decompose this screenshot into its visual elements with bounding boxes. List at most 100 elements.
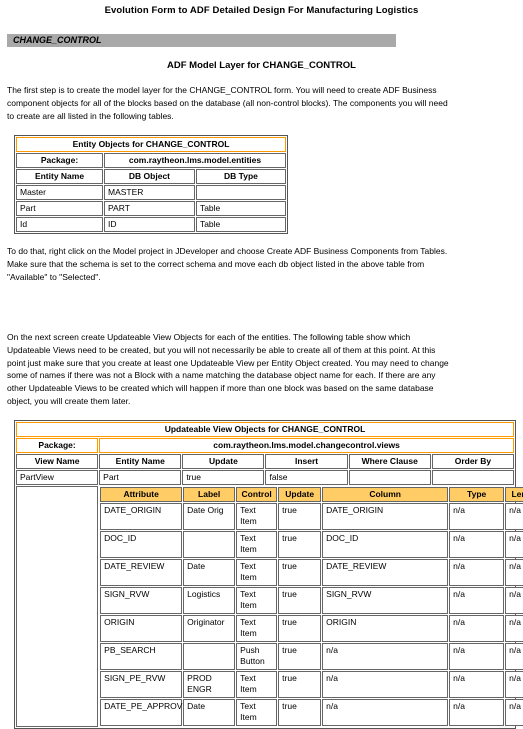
table-row: Master MASTER bbox=[16, 184, 286, 200]
paragraph-create-business-components: To do that, right click on the Model pro… bbox=[7, 245, 448, 282]
cell-db-object: MASTER bbox=[104, 184, 195, 200]
view-table-title: Updateable View Objects for CHANGE_CONTR… bbox=[16, 422, 514, 438]
cell-update: true bbox=[278, 559, 322, 587]
cell-db-object: PART bbox=[104, 200, 195, 216]
cell-control: Push Button bbox=[236, 643, 278, 671]
cell-type: n/a bbox=[449, 503, 505, 531]
cell-length: n/a bbox=[505, 559, 523, 587]
cell-control: Text Item bbox=[236, 503, 278, 531]
cell-column: DATE_ORIGIN bbox=[322, 503, 449, 531]
column-header-order-by: Order By bbox=[431, 454, 514, 470]
column-header-column: Column bbox=[322, 487, 449, 503]
cell-control: Text Item bbox=[236, 671, 278, 699]
cell-column: n/a bbox=[322, 671, 449, 699]
table-row: Updateable View Objects for CHANGE_CONTR… bbox=[16, 422, 514, 438]
table-row: PB_SEARCH Push Button true n/a n/a n/a n… bbox=[100, 643, 523, 671]
entity-objects-table: Entity Objects for CHANGE_CONTROL Packag… bbox=[14, 134, 288, 234]
cell-type: n/a bbox=[449, 559, 505, 587]
table-row: SIGN_RVW Logistics Text Item true SIGN_R… bbox=[100, 587, 523, 615]
cell-label: Logistics bbox=[183, 587, 236, 615]
table-row: Id ID Table bbox=[16, 216, 286, 232]
table-header-row: View Name Entity Name Update Insert Wher… bbox=[16, 454, 514, 470]
cell-label: Date bbox=[183, 699, 236, 727]
cell-column: DATE_REVIEW bbox=[322, 559, 449, 587]
column-header-control: Control bbox=[236, 487, 278, 503]
column-header-where-clause: Where Clause bbox=[348, 454, 431, 470]
column-header-update: Update bbox=[278, 487, 322, 503]
cell-update: true bbox=[278, 587, 322, 615]
section-band-change-control: CHANGE_CONTROL bbox=[7, 34, 396, 48]
cell-entity-name: Part bbox=[16, 200, 103, 216]
cell-entity-name: Master bbox=[16, 184, 103, 200]
cell-type: n/a bbox=[449, 699, 505, 727]
cell-length: n/a bbox=[505, 699, 523, 727]
column-header-label: Label bbox=[183, 487, 236, 503]
cell-attribute: ORIGIN bbox=[100, 615, 183, 643]
entity-package-value: com.raytheon.lms.model.entities bbox=[104, 152, 286, 168]
cell-update: true bbox=[278, 503, 322, 531]
column-header-view-name: View Name bbox=[16, 454, 99, 470]
column-header-db-type: DB Type bbox=[195, 168, 286, 184]
cell-view-name-spacer bbox=[16, 486, 99, 728]
cell-update: true bbox=[278, 643, 322, 671]
cell-length: n/a bbox=[505, 615, 523, 643]
cell-column: n/a bbox=[322, 699, 449, 727]
cell-attribute: SIGN_RVW bbox=[100, 587, 183, 615]
cell-update: true bbox=[278, 671, 322, 699]
cell-entity-name: Part bbox=[99, 470, 182, 486]
cell-attribute: DOC_ID bbox=[100, 531, 183, 559]
cell-view-name: PartView bbox=[16, 470, 99, 486]
cell-length: n/a bbox=[505, 587, 523, 615]
cell-update: true bbox=[182, 470, 265, 486]
cell-label bbox=[183, 643, 236, 671]
table-row: PartView Part true false bbox=[16, 470, 514, 486]
cell-type: n/a bbox=[449, 587, 505, 615]
column-header-entity-name: Entity Name bbox=[99, 454, 182, 470]
cell-type: n/a bbox=[449, 643, 505, 671]
cell-column: SIGN_RVW bbox=[322, 587, 449, 615]
cell-label: PROD ENGR bbox=[183, 671, 236, 699]
cell-length: n/a bbox=[505, 643, 523, 671]
table-row: DATE_PE_APPROV Date Text Item true n/a n… bbox=[100, 699, 523, 727]
cell-control: Text Item bbox=[236, 559, 278, 587]
table-header-row: Attribute Label Control Update Column Ty… bbox=[100, 487, 523, 503]
paragraph-updateable-views: On the next screen create Updateable Vie… bbox=[7, 331, 449, 407]
cell-control: Text Item bbox=[236, 587, 278, 615]
cell-label bbox=[183, 531, 236, 559]
cell-type: n/a bbox=[449, 615, 505, 643]
cell-control: Text Item bbox=[236, 699, 278, 727]
cell-db-type: Table bbox=[195, 200, 286, 216]
table-row: DATE_REVIEW Date Text Item true DATE_REV… bbox=[100, 559, 523, 587]
cell-db-type bbox=[195, 184, 286, 200]
cell-control: Text Item bbox=[236, 615, 278, 643]
column-header-update: Update bbox=[182, 454, 265, 470]
cell-column: ORIGIN bbox=[322, 615, 449, 643]
column-header-insert: Insert bbox=[265, 454, 348, 470]
cell-label: Date Orig bbox=[183, 503, 236, 531]
view-package-label: Package: bbox=[16, 438, 99, 454]
cell-insert: false bbox=[265, 470, 348, 486]
table-row: Attribute Label Control Update Column Ty… bbox=[16, 486, 523, 728]
entity-table-title: Entity Objects for CHANGE_CONTROL bbox=[16, 136, 286, 152]
cell-length: n/a bbox=[505, 671, 523, 699]
section-heading: ADF Model Layer for CHANGE_CONTROL bbox=[167, 60, 356, 72]
table-row: Package: com.raytheon.lms.model.entities bbox=[16, 152, 286, 168]
column-header-db-object: DB Object bbox=[104, 168, 195, 184]
cell-entity-name: Id bbox=[16, 216, 103, 232]
cell-attribute: DATE_ORIGIN bbox=[100, 503, 183, 531]
table-header-row: Entity Name DB Object DB Type bbox=[16, 168, 286, 184]
attributes-table: Attribute Label Control Update Column Ty… bbox=[99, 486, 523, 727]
updateable-view-objects-table: Updateable View Objects for CHANGE_CONTR… bbox=[14, 420, 523, 729]
cell-length: n/a bbox=[505, 503, 523, 531]
paragraph-model-layer-intro: The first step is to create the model la… bbox=[7, 84, 448, 121]
cell-attribute: DATE_PE_APPROV bbox=[100, 699, 182, 727]
cell-type: n/a bbox=[449, 671, 505, 699]
cell-db-type: Table bbox=[195, 216, 286, 232]
cell-update: true bbox=[278, 531, 322, 559]
cell-length: n/a bbox=[505, 531, 523, 559]
cell-label: Date bbox=[183, 559, 236, 587]
column-header-type: Type bbox=[449, 487, 505, 503]
table-row: SIGN_PE_RVW PROD ENGR Text Item true n/a… bbox=[100, 671, 523, 699]
cell-where-clause bbox=[348, 470, 431, 486]
